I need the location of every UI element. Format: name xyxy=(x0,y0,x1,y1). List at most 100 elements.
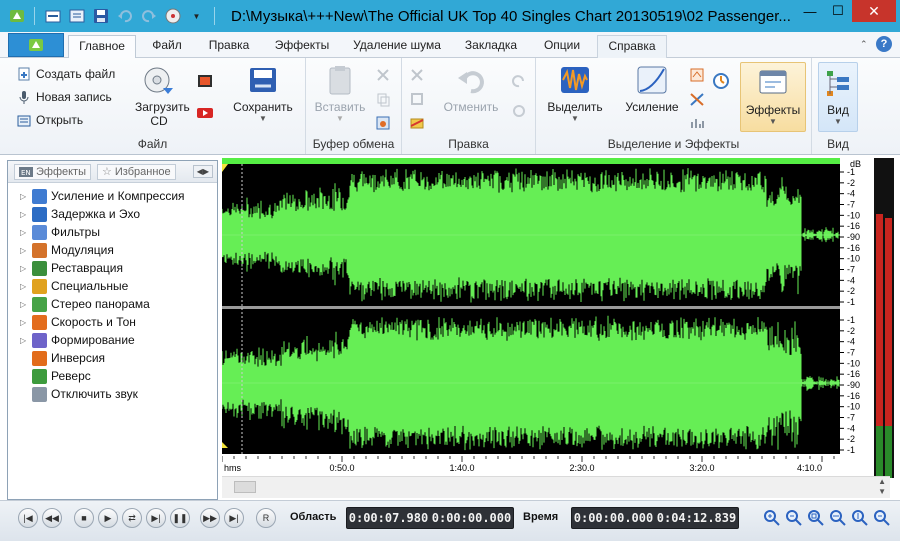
tab-file[interactable]: Файл xyxy=(141,35,193,58)
time-ruler[interactable]: hms 0:50.0 1:40.0 2:30.0 3:20.0 4:10.0 xyxy=(221,456,840,476)
tab-noise-removal[interactable]: Удаление шума xyxy=(344,35,450,58)
save-button[interactable]: Сохранить ▼ xyxy=(224,64,302,123)
panel-scroll-arrows-icon[interactable]: ◀▶ xyxy=(192,165,213,178)
play-selection-icon[interactable]: ▶| xyxy=(146,508,166,528)
tab-home[interactable]: Главное xyxy=(68,35,136,59)
amplify-button[interactable]: Усиление xyxy=(616,64,688,114)
tab-help[interactable]: Справка xyxy=(597,35,667,58)
zoom-in-icon[interactable] xyxy=(762,508,782,528)
minimize-button[interactable]: — xyxy=(796,0,824,22)
play-icon[interactable]: ▶ xyxy=(98,508,118,528)
view-button[interactable]: Вид ▼ xyxy=(818,62,858,132)
expand-arrow-icon[interactable]: ▷ xyxy=(20,192,28,201)
tree-item[interactable]: ▷ Модуляция xyxy=(20,241,114,259)
favorites-panel-tab[interactable]: ☆ Избранное xyxy=(97,163,176,180)
waveform-display[interactable] xyxy=(221,158,840,454)
loop-icon[interactable]: ⇄ xyxy=(122,508,142,528)
expand-arrow-icon[interactable]: ▷ xyxy=(20,210,28,219)
redo-icon[interactable] xyxy=(138,6,159,27)
open-button[interactable]: Открыть xyxy=(16,112,83,128)
expand-arrow-icon[interactable]: ▷ xyxy=(20,300,28,309)
tree-item[interactable]: ▷ Фильтры xyxy=(20,223,100,241)
tree-item[interactable]: ▷ Реставрация xyxy=(20,259,123,277)
zoom-selection-icon[interactable] xyxy=(806,508,826,528)
repeat-icon[interactable] xyxy=(510,102,528,120)
tab-options[interactable]: Опции xyxy=(532,35,592,58)
select-button[interactable]: Выделить ▼ xyxy=(540,64,610,123)
tab-bookmark[interactable]: Закладка xyxy=(456,35,526,58)
tab-edit[interactable]: Правка xyxy=(198,35,260,58)
tree-item[interactable]: ▷ Формирование xyxy=(20,331,135,349)
new-recording-label: Новая запись xyxy=(36,90,112,104)
customize-qat-chevron-icon[interactable]: ▼ xyxy=(186,6,207,27)
horizontal-scrollbar[interactable]: ▲ ▼ xyxy=(222,476,890,498)
fade-icon[interactable] xyxy=(688,90,706,108)
video-icon[interactable] xyxy=(196,72,214,90)
go-to-end-icon[interactable]: ▶| xyxy=(224,508,244,528)
expand-arrow-icon[interactable]: ▷ xyxy=(20,264,28,273)
app-icon[interactable] xyxy=(6,6,27,27)
cut-icon[interactable] xyxy=(374,66,392,84)
tree-item[interactable]: Инверсия xyxy=(20,349,105,367)
tree-item[interactable]: ▷ Специальные xyxy=(20,277,128,295)
go-to-start-icon[interactable]: |◀ xyxy=(18,508,38,528)
tree-item[interactable]: Отключить звук xyxy=(20,385,138,403)
effects-button[interactable]: Эффекты ▼ xyxy=(740,62,806,132)
create-file-button[interactable]: Создать файл xyxy=(16,66,115,82)
new-recording-button[interactable]: Новая запись xyxy=(16,89,112,105)
effects-label: Эффекты xyxy=(745,103,801,117)
close-button[interactable]: ✕ xyxy=(852,0,896,22)
help-icon[interactable]: ? xyxy=(876,36,892,52)
tab-effects[interactable]: Эффекты xyxy=(266,35,338,58)
minimize-ribbon-icon[interactable]: ⌃ xyxy=(860,39,870,49)
paste-button[interactable]: Вставить ▼ xyxy=(310,64,370,123)
scroll-up-arrow-icon[interactable]: ▲ xyxy=(878,477,886,486)
db-tick-label: -1 xyxy=(847,445,855,454)
expand-arrow-icon[interactable]: ▷ xyxy=(20,246,28,255)
tree-item[interactable]: ▷ Скорость и Тон xyxy=(20,313,136,331)
normalize-icon[interactable] xyxy=(688,66,706,84)
save-icon[interactable] xyxy=(90,6,111,27)
expand-arrow-icon[interactable]: ▷ xyxy=(20,318,28,327)
delete-icon[interactable] xyxy=(408,66,426,84)
timer-icon[interactable] xyxy=(712,72,730,90)
open-icon[interactable] xyxy=(42,6,63,27)
save-dropdown-chevron-icon: ▼ xyxy=(259,114,267,123)
silence-insert-icon[interactable] xyxy=(408,114,426,132)
expand-arrow-icon[interactable]: ▷ xyxy=(20,228,28,237)
load-cd-button[interactable]: Загрузить CD xyxy=(124,64,194,128)
redo-small-icon[interactable] xyxy=(510,72,528,90)
application-menu-button[interactable] xyxy=(8,33,64,57)
maximize-button[interactable]: ☐ xyxy=(824,0,852,22)
effects-panel-tab[interactable]: EN Эффекты xyxy=(14,163,92,180)
paste-dropdown-chevron-icon: ▼ xyxy=(336,114,344,123)
tree-item[interactable]: ▷ Усиление и Компрессия xyxy=(20,187,185,205)
youtube-icon[interactable] xyxy=(196,104,214,122)
record-icon[interactable]: R xyxy=(256,508,276,528)
expand-arrow-icon[interactable]: ▷ xyxy=(20,336,28,345)
tree-item[interactable]: ▷ Стерео панорама xyxy=(20,295,150,313)
tree-item[interactable]: ▷ Задержка и Эхо xyxy=(20,205,140,223)
import-icon[interactable] xyxy=(66,6,87,27)
undo-icon[interactable] xyxy=(114,6,135,27)
cd-icon[interactable] xyxy=(162,6,183,27)
fast-forward-icon[interactable]: ▶▶ xyxy=(200,508,220,528)
scroll-down-arrow-icon[interactable]: ▼ xyxy=(878,487,886,496)
equalizer-icon[interactable] xyxy=(688,114,706,132)
paste-special-icon[interactable] xyxy=(374,114,392,132)
expand-arrow-icon[interactable]: ▷ xyxy=(20,282,28,291)
zoom-fit-icon[interactable] xyxy=(828,508,848,528)
zoom-vertical-in-icon[interactable] xyxy=(850,508,870,528)
tree-item[interactable]: Реверс xyxy=(20,367,91,385)
copy-icon[interactable] xyxy=(374,90,392,108)
scroll-thumb[interactable] xyxy=(234,481,256,493)
zoom-out-icon[interactable] xyxy=(784,508,804,528)
rewind-icon[interactable]: ◀◀ xyxy=(42,508,62,528)
waveform-svg[interactable] xyxy=(221,158,840,454)
pause-icon[interactable]: ❚❚ xyxy=(170,508,190,528)
stop-icon[interactable]: ■ xyxy=(74,508,94,528)
trim-icon[interactable] xyxy=(408,90,426,108)
tree-item-label: Задержка и Эхо xyxy=(51,207,141,221)
zoom-vertical-out-icon[interactable] xyxy=(872,508,892,528)
undo-button[interactable]: Отменить xyxy=(436,64,506,114)
